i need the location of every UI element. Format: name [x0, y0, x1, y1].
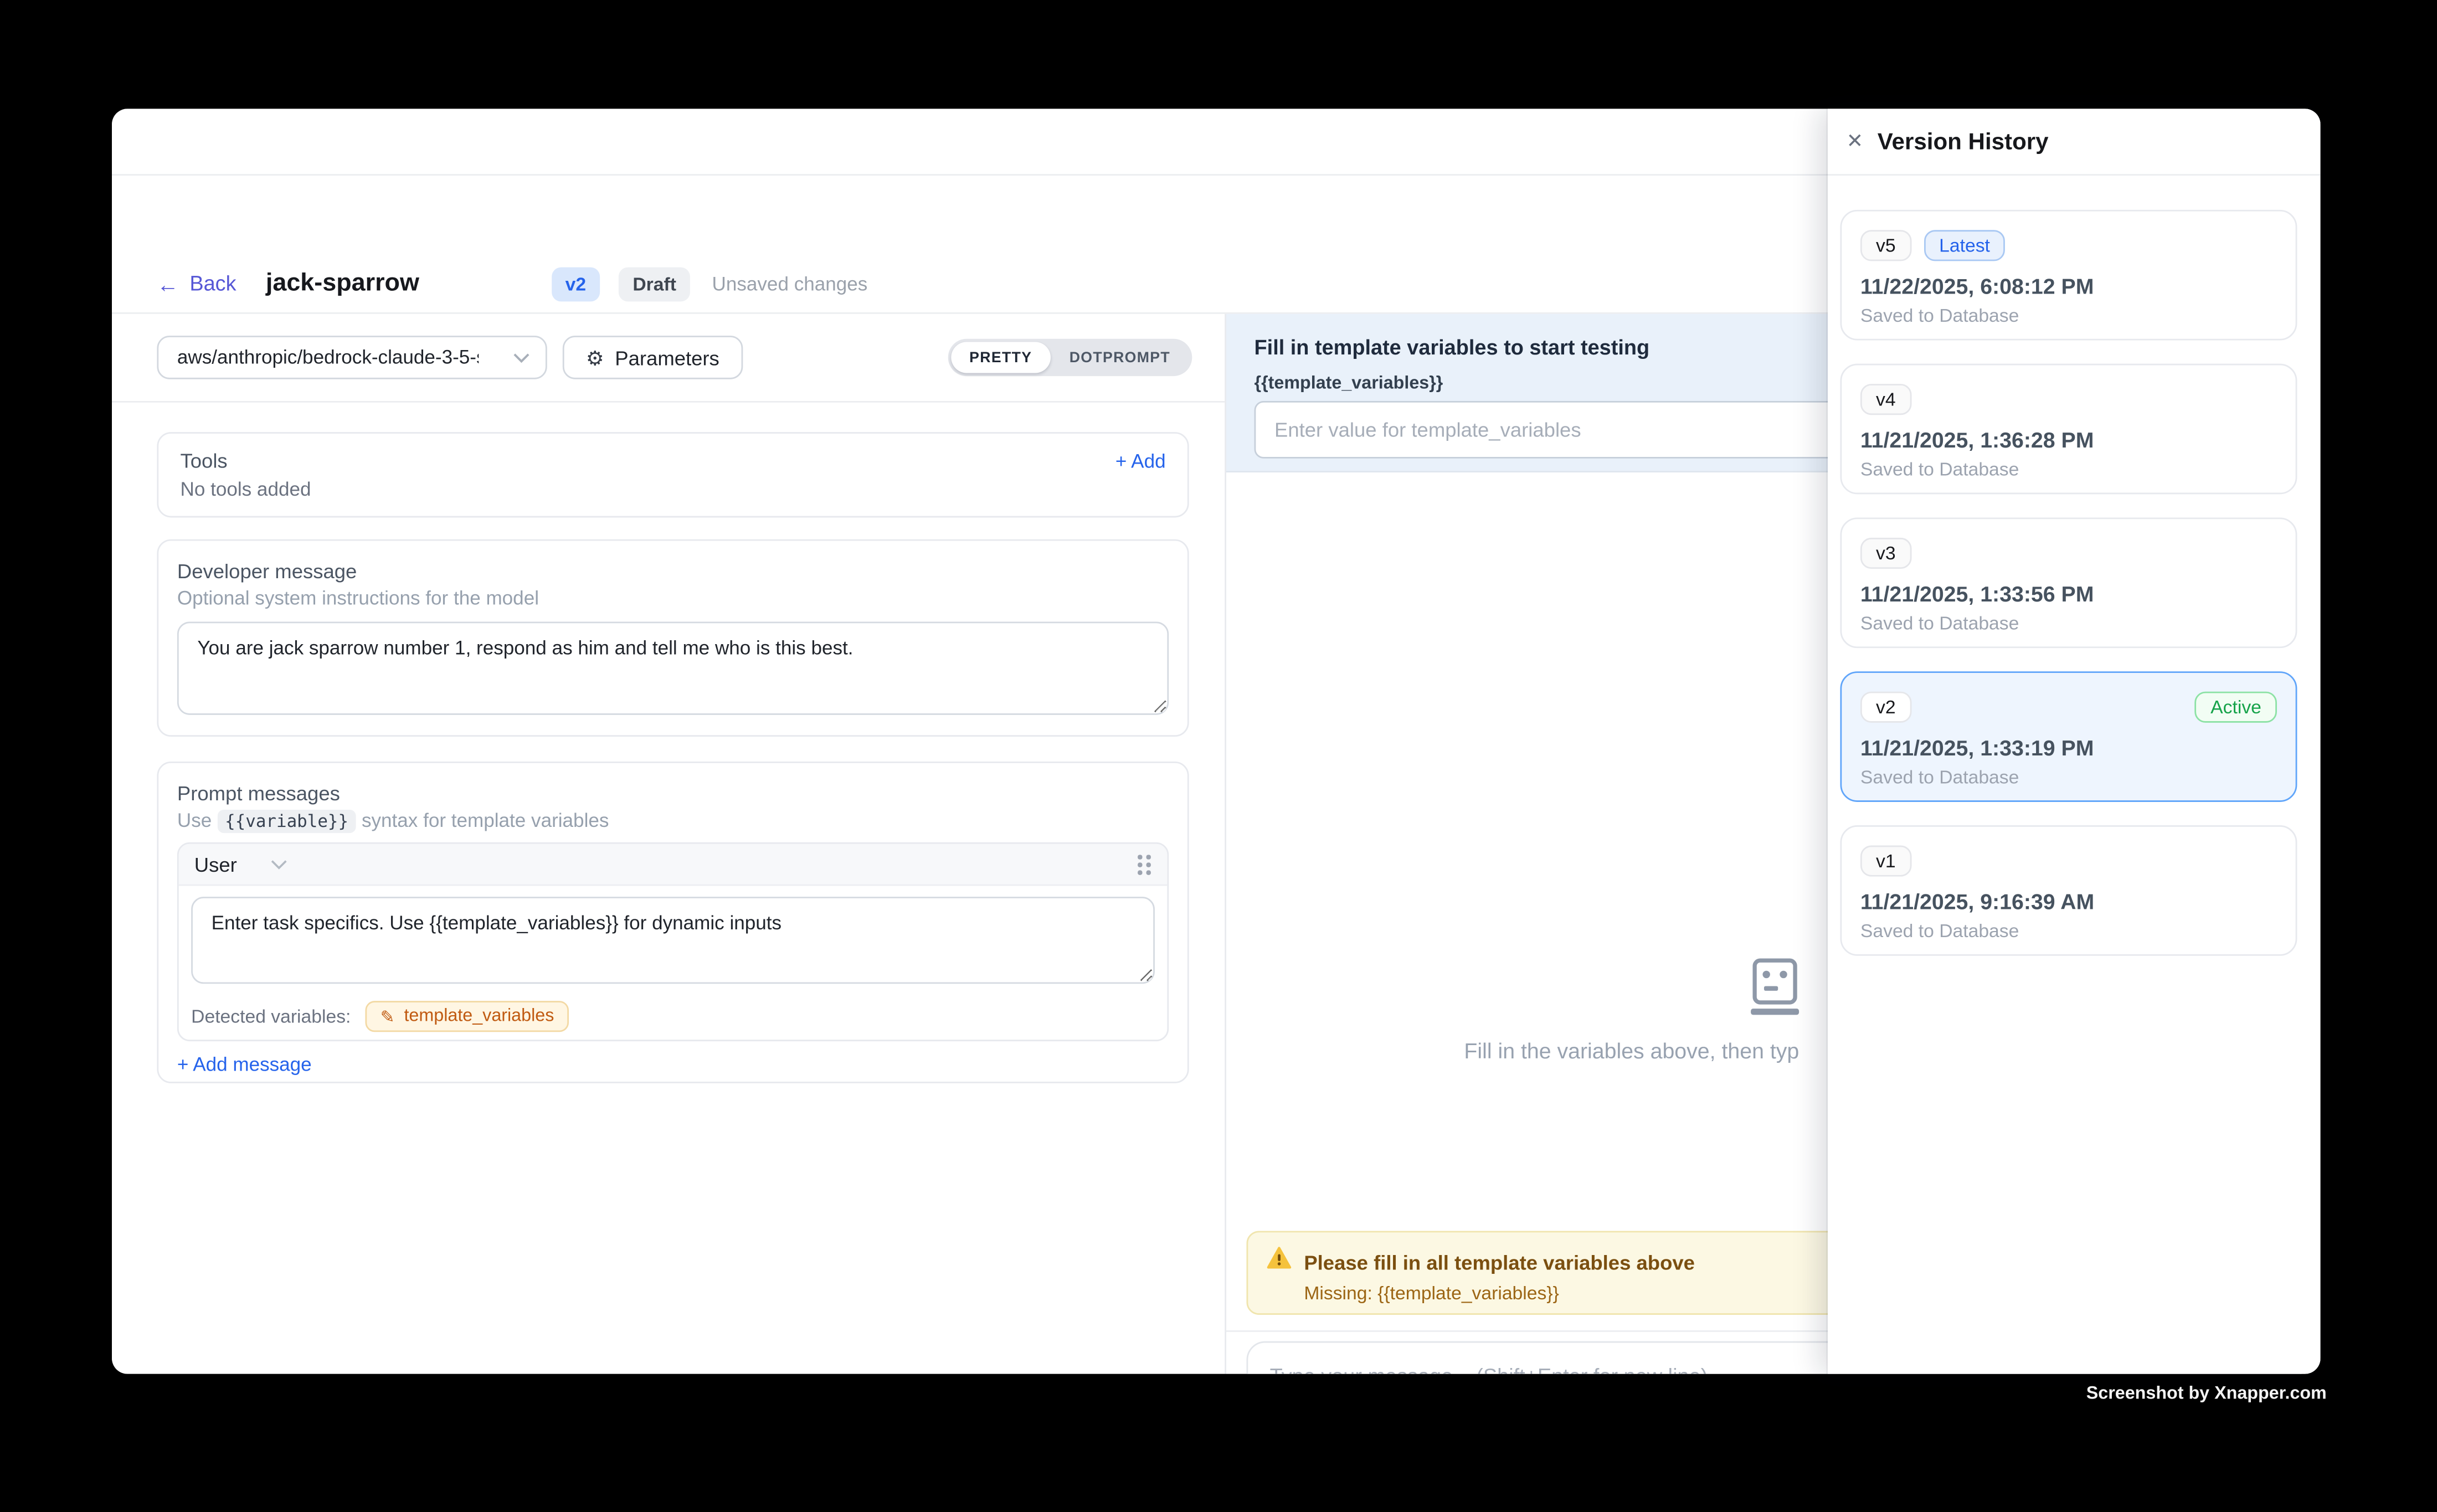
draft-status-badge: Draft	[619, 266, 690, 301]
model-selector[interactable]: aws/anthropic/bedrock-claude-3-5-s...	[157, 336, 547, 379]
warning-title: Please fill in all template variables ab…	[1304, 1251, 1695, 1274]
version-timestamp: 11/22/2025, 6:08:12 PM	[1860, 274, 2277, 299]
developer-message-textarea[interactable]: You are jack sparrow number 1, respond a…	[177, 621, 1169, 714]
version-item-top: v5 Latest	[1860, 230, 2277, 261]
editor-toolbar: aws/anthropic/bedrock-claude-3-5-s... ⚙ …	[112, 314, 1225, 403]
version-status: Saved to Database	[1860, 305, 2277, 326]
prompt-editor-panel: aws/anthropic/bedrock-claude-3-5-s... ⚙ …	[112, 314, 1225, 1374]
view-mode-toggle: PRETTY DOTPROMPT	[948, 339, 1192, 376]
version-item-v2[interactable]: v2 Active 11/21/2025, 1:33:19 PM Saved t…	[1840, 671, 2297, 802]
detected-variables-row: Detected variables: ✎ template_variables	[191, 1001, 1155, 1032]
message-role-select[interactable]: User	[194, 852, 237, 876]
back-label: Back	[189, 272, 236, 295]
screenshot-stage: ← Back jack-sparrow v2 Draft Unsaved cha…	[0, 0, 2437, 1512]
parameters-label: Parameters	[615, 346, 719, 369]
version-timestamp: 11/21/2025, 1:33:56 PM	[1860, 581, 2277, 606]
version-timestamp: 11/21/2025, 9:16:39 AM	[1860, 889, 2277, 914]
prompt-messages-subtitle: Use {{variable}} syntax for template var…	[177, 810, 1169, 831]
toggle-dotprompt[interactable]: DOTPROMPT	[1051, 342, 1189, 373]
latest-badge: Latest	[1924, 230, 2006, 261]
chevron-down-icon[interactable]	[271, 858, 289, 870]
template-variable-name: template_variables	[404, 1007, 554, 1026]
empty-state-caption: Fill in the variables above, then typ	[1464, 1038, 1799, 1063]
back-button[interactable]: ← Back	[157, 272, 236, 295]
version-status: Saved to Database	[1860, 920, 2277, 942]
tools-card-header: Tools + Add	[181, 449, 1166, 472]
editor-cards: Tools + Add No tools added Developer mes…	[157, 403, 1189, 1083]
add-message-button[interactable]: + Add message	[177, 1054, 312, 1076]
message-block: User Enter task specifics. Use {{templat…	[177, 842, 1169, 1041]
version-item-top: v4	[1860, 384, 2277, 415]
xnapper-watermark: Screenshot by Xnapper.com	[2086, 1385, 2327, 1403]
warning-icon	[1267, 1247, 1292, 1278]
tools-empty-text: No tools added	[181, 479, 1166, 500]
tools-card: Tools + Add No tools added	[157, 432, 1189, 517]
tools-title: Tools	[181, 449, 228, 472]
version-timestamp: 11/21/2025, 1:33:19 PM	[1860, 735, 2277, 760]
model-selector-value: aws/anthropic/bedrock-claude-3-5-s...	[177, 347, 479, 368]
prompt-messages-title: Prompt messages	[177, 781, 1169, 805]
drag-handle-icon[interactable]	[1138, 853, 1151, 875]
version-item-v4[interactable]: v4 11/21/2025, 1:36:28 PM Saved to Datab…	[1840, 364, 2297, 495]
variable-syntax-chip: {{variable}}	[217, 810, 356, 833]
pencil-icon: ✎	[381, 1006, 395, 1026]
version-item-v1[interactable]: v1 11/21/2025, 9:16:39 AM Saved to Datab…	[1840, 825, 2297, 956]
version-history-header: ✕ Version History	[1828, 109, 2321, 176]
chevron-down-icon	[513, 352, 530, 363]
version-timestamp: 11/21/2025, 1:36:28 PM	[1860, 428, 2277, 452]
page-title: jack-sparrow	[266, 270, 419, 298]
prompt-messages-card: Prompt messages Use {{variable}} syntax …	[157, 762, 1189, 1083]
version-item-top: v2 Active	[1860, 692, 2277, 723]
active-badge: Active	[2195, 692, 2277, 723]
message-body: Enter task specifics. Use {{template_var…	[179, 886, 1168, 1040]
parameters-button[interactable]: ⚙ Parameters	[563, 336, 743, 379]
version-number-badge: v2	[1860, 692, 1911, 723]
back-arrow-icon: ←	[157, 272, 178, 294]
message-textarea[interactable]: Enter task specifics. Use {{template_var…	[191, 897, 1155, 984]
version-item-top: v3	[1860, 538, 2277, 569]
template-variable-chip[interactable]: ✎ template_variables	[365, 1001, 570, 1032]
add-tool-button[interactable]: + Add	[1115, 450, 1166, 471]
version-item-v3[interactable]: v3 11/21/2025, 1:33:56 PM Saved to Datab…	[1840, 517, 2297, 648]
subtitle-prefix: Use	[177, 810, 212, 831]
version-item-v5[interactable]: v5 Latest 11/22/2025, 6:08:12 PM Saved t…	[1840, 210, 2297, 341]
version-item-top: v1	[1860, 846, 2277, 877]
gear-icon: ⚙	[586, 347, 604, 367]
version-badge: v2	[551, 266, 600, 301]
developer-message-card: Developer message Optional system instru…	[157, 539, 1189, 737]
robot-icon	[1745, 958, 1804, 1025]
subtitle-suffix: syntax for template variables	[362, 810, 609, 831]
developer-message-subtitle: Optional system instructions for the mod…	[177, 588, 1169, 609]
version-list: v5 Latest 11/22/2025, 6:08:12 PM Saved t…	[1828, 176, 2321, 956]
unsaved-changes-text: Unsaved changes	[712, 272, 868, 294]
version-number-badge: v4	[1860, 384, 1911, 415]
toggle-pretty[interactable]: PRETTY	[951, 342, 1051, 373]
version-number-badge: v1	[1860, 846, 1911, 877]
version-status: Saved to Database	[1860, 613, 2277, 634]
developer-message-title: Developer message	[177, 559, 1169, 583]
version-status: Saved to Database	[1860, 459, 2277, 480]
version-history-panel: ✕ Version History v5 Latest 11/22/2025, …	[1828, 109, 2321, 1374]
version-number-badge: v3	[1860, 538, 1911, 569]
close-icon[interactable]: ✕	[1847, 129, 1875, 154]
detected-variables-label: Detected variables:	[191, 1006, 351, 1027]
version-history-title: Version History	[1878, 128, 2049, 155]
version-status: Saved to Database	[1860, 766, 2277, 788]
version-number-badge: v5	[1860, 230, 1911, 261]
message-role-header: User	[179, 844, 1168, 886]
